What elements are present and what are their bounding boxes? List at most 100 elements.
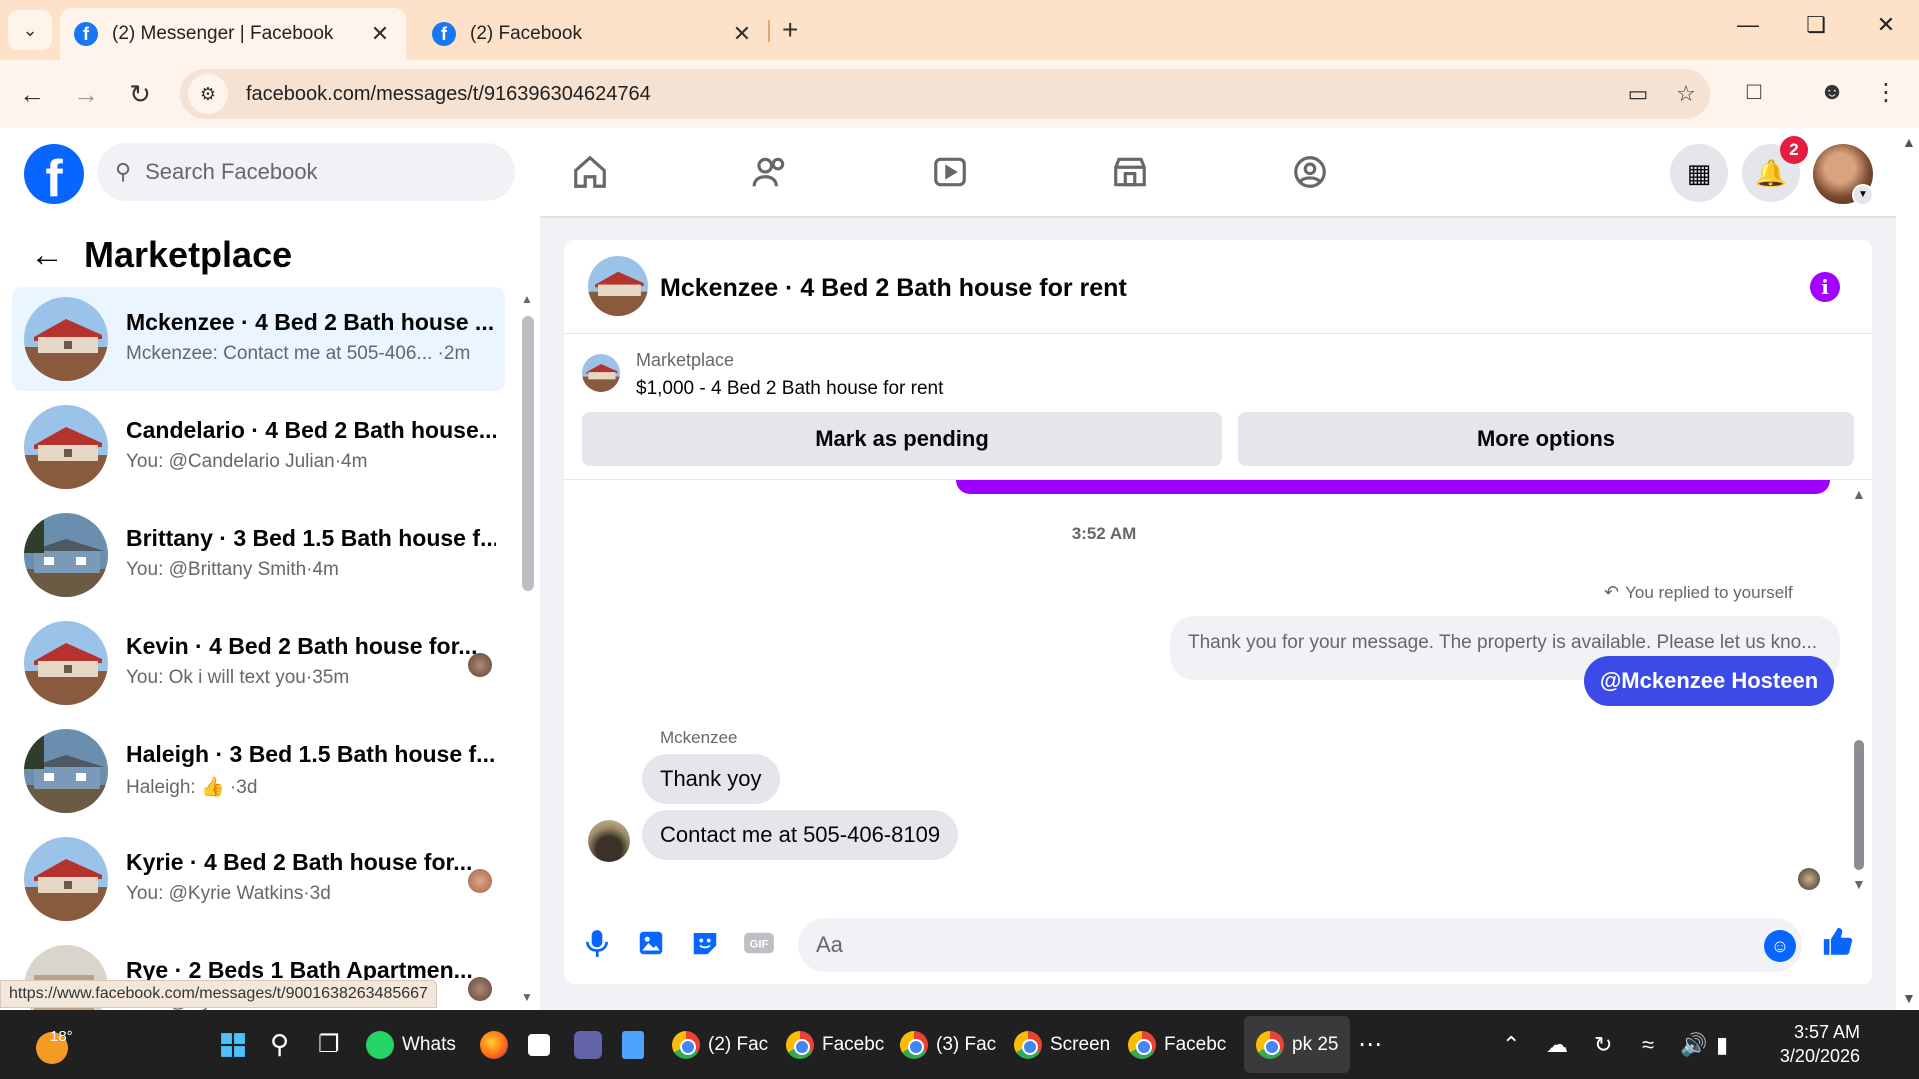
taskbar-chrome-window[interactable]: (3) Fac: [900, 1010, 996, 1079]
chat-scrollbar[interactable]: [1854, 740, 1864, 870]
install-app-icon[interactable]: ▭: [1614, 81, 1662, 107]
listing-banner: Marketplace $1,000 - 4 Bed 2 Bath house …: [564, 334, 1872, 480]
minimize-button[interactable]: —: [1728, 12, 1768, 38]
taskbar-whatsapp[interactable]: Whats: [366, 1010, 456, 1079]
friends-icon[interactable]: [748, 150, 792, 194]
incoming-message[interactable]: Thank yoy: [642, 754, 780, 804]
svg-text:GIF: GIF: [749, 939, 768, 951]
task-view-icon[interactable]: ❐: [318, 1010, 340, 1079]
tab-close-icon[interactable]: ✕: [730, 21, 754, 47]
browser-toolbar: ← → ↻ ⚙ facebook.com/messages/t/91639630…: [0, 60, 1919, 128]
incoming-message[interactable]: Contact me at 505-406-8109: [642, 810, 959, 860]
cloud-off-icon[interactable]: ☁: [1546, 1010, 1568, 1079]
taskbar-chrome-window[interactable]: Facebc: [786, 1010, 884, 1079]
menu-grid-icon[interactable]: ▦: [1670, 144, 1728, 202]
conversation-item[interactable]: Brittany · 3 Bed 1.5 Bath house f... You…: [12, 503, 505, 607]
taskbar-firefox[interactable]: [480, 1010, 516, 1079]
page-scroll-down-icon[interactable]: ▼: [1902, 990, 1916, 1006]
conversation-item[interactable]: Mckenzee · 4 Bed 2 Bath house ... Mckenz…: [12, 287, 505, 391]
site-info-icon[interactable]: ⚙: [188, 74, 228, 114]
clock-time: 3:57 AM: [1793, 1022, 1860, 1042]
wifi-icon[interactable]: ≈: [1642, 1010, 1654, 1079]
close-window-button[interactable]: ✕: [1866, 12, 1906, 38]
new-tab-button[interactable]: +: [782, 14, 798, 46]
app-icon: [528, 1033, 550, 1056]
conversation-title: Kevin · 4 Bed 2 Bath house for...: [126, 633, 478, 659]
photo-icon[interactable]: [634, 926, 668, 960]
taskbar-app[interactable]: [528, 1010, 558, 1079]
like-thumbs-up-icon[interactable]: [1818, 922, 1858, 962]
facebook-logo-icon[interactable]: f: [24, 144, 84, 204]
back-arrow-icon[interactable]: ←: [30, 236, 64, 275]
battery-icon[interactable]: ▮: [1716, 1010, 1728, 1079]
video-icon[interactable]: [928, 150, 972, 194]
taskbar-label: Facebc: [1164, 1033, 1227, 1055]
home-icon[interactable]: [568, 150, 612, 194]
url-text[interactable]: facebook.com/messages/t/916396304624764: [246, 83, 1614, 106]
search-input[interactable]: ⚲ Search Facebook: [97, 143, 515, 201]
mark-as-pending-button[interactable]: Mark as pending: [582, 412, 1222, 466]
outgoing-message-mention[interactable]: @Mckenzee Hosteen: [1584, 656, 1834, 706]
marketplace-icon[interactable]: [1108, 150, 1152, 194]
notification-count-badge: 2: [1780, 136, 1808, 164]
sender-avatar[interactable]: [588, 820, 630, 862]
sticker-icon[interactable]: [688, 926, 722, 960]
firefox-icon: [480, 1030, 508, 1059]
search-taskbar-icon[interactable]: ⚲: [270, 1010, 289, 1079]
address-bar[interactable]: ⚙ facebook.com/messages/t/91639630462476…: [180, 69, 1710, 119]
conversation-list-scrollbar[interactable]: [522, 316, 534, 591]
gif-icon[interactable]: GIF: [742, 926, 776, 960]
account-chevron-icon[interactable]: ▼: [1852, 184, 1874, 206]
extensions-icon[interactable]: □: [1736, 78, 1772, 106]
page-scroll-up-icon[interactable]: ▲: [1902, 134, 1916, 150]
taskbar-chrome-window[interactable]: Facebc: [1128, 1010, 1226, 1079]
forward-button[interactable]: →: [68, 76, 104, 112]
chat-scroll-up-icon[interactable]: ▲: [1852, 486, 1866, 502]
browser-tab-facebook[interactable]: f (2) Facebook ✕: [418, 8, 768, 60]
chat-scroll-down-icon[interactable]: ▼: [1852, 876, 1866, 892]
sync-icon[interactable]: ↻: [1594, 1010, 1612, 1079]
system-clock[interactable]: 3:57 AM 3/20/2026: [1770, 1020, 1860, 1068]
browser-tab-messenger[interactable]: f (2) Messenger | Facebook ✕: [60, 8, 406, 60]
scroll-down-arrow-icon[interactable]: ▼: [521, 990, 533, 1004]
show-hidden-icons[interactable]: ⌃: [1502, 1010, 1520, 1079]
tab-search-chevron-icon[interactable]: ⌄: [8, 10, 52, 50]
teams-icon: [574, 1030, 602, 1059]
listing-price[interactable]: $1,000 - 4 Bed 2 Bath house for rent: [636, 378, 943, 400]
gaming-icon[interactable]: [1288, 150, 1332, 194]
scroll-up-arrow-icon[interactable]: ▲: [521, 292, 533, 306]
more-apps-icon[interactable]: ⋯: [1358, 1010, 1382, 1079]
conversation-info-icon[interactable]: i: [1810, 272, 1840, 302]
emoji-icon[interactable]: ☺: [1764, 930, 1796, 962]
bookmark-star-icon[interactable]: ☆: [1662, 81, 1710, 107]
reload-button[interactable]: ↻: [122, 76, 158, 112]
conversation-title: Mckenzee · 4 Bed 2 Bath house ...: [126, 309, 495, 335]
taskbar-chrome-window[interactable]: (2) Fac: [672, 1010, 768, 1079]
conversation-item[interactable]: Candelario · 4 Bed 2 Bath house... You: …: [12, 395, 505, 499]
message-input[interactable]: Aa: [798, 918, 1802, 972]
page-scrollbar[interactable]: [1896, 128, 1919, 1010]
microphone-icon[interactable]: [580, 926, 614, 960]
taskbar-chrome-window[interactable]: Screen: [1014, 1010, 1110, 1079]
chat-title[interactable]: Mckenzee · 4 Bed 2 Bath house for rent: [660, 274, 1127, 303]
notepad-icon: [622, 1030, 644, 1059]
taskbar-notepad[interactable]: [622, 1010, 652, 1079]
volume-icon[interactable]: 🔊: [1680, 1010, 1707, 1079]
chrome-icon: [1256, 1030, 1284, 1059]
more-options-button[interactable]: More options: [1238, 412, 1854, 466]
restore-button[interactable]: ❏: [1796, 12, 1836, 38]
back-button[interactable]: ←: [14, 76, 50, 112]
start-button[interactable]: [220, 1010, 246, 1079]
profile-icon[interactable]: ☻: [1814, 78, 1850, 106]
conversation-preview: You: @Brittany Smith·4m: [126, 559, 339, 580]
tab-close-icon[interactable]: ✕: [368, 21, 392, 47]
browser-menu-icon[interactable]: ⋮: [1868, 78, 1904, 107]
conversation-item[interactable]: Haleigh · 3 Bed 1.5 Bath house f... Hale…: [12, 719, 505, 823]
taskbar-chrome-window-active[interactable]: pk 25: [1244, 1016, 1351, 1073]
conversation-item[interactable]: Kevin · 4 Bed 2 Bath house for... You: O…: [12, 611, 505, 715]
weather-widget[interactable]: 18°: [36, 1018, 96, 1064]
conversation-item[interactable]: Kyrie · 4 Bed 2 Bath house for... You: @…: [12, 827, 505, 931]
taskbar-teams[interactable]: [574, 1010, 610, 1079]
chat-listing-avatar[interactable]: [588, 256, 648, 316]
listing-thumbnail[interactable]: [582, 354, 620, 392]
